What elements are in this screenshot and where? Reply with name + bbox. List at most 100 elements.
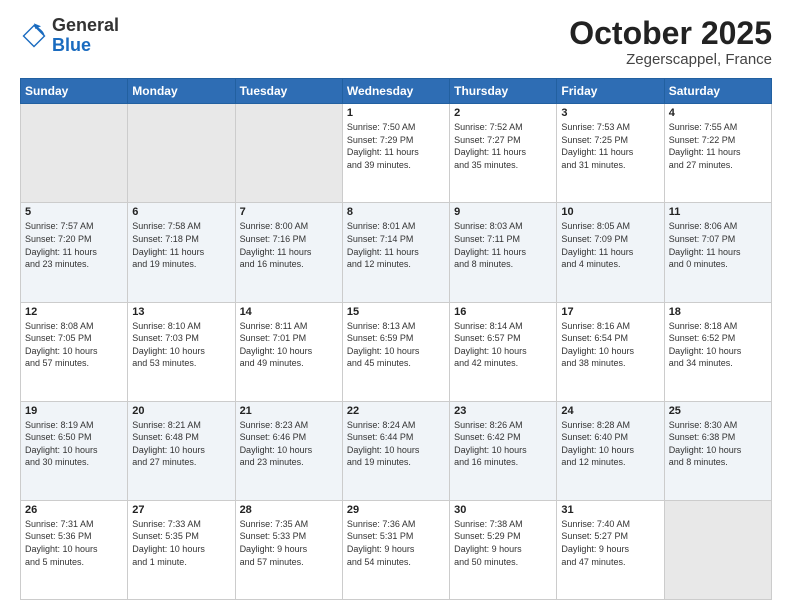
calendar-week-2: 12 Sunrise: 8:08 AM Sunset: 7:05 PM Dayli… [21, 302, 772, 401]
day-number: 2 [454, 107, 552, 119]
table-row: 25 Sunrise: 8:30 AM Sunset: 6:38 PM Dayli… [664, 401, 771, 500]
day-info: Sunrise: 7:53 AM Sunset: 7:25 PM Dayligh… [561, 121, 659, 171]
day-info: Sunrise: 8:03 AM Sunset: 7:11 PM Dayligh… [454, 220, 552, 270]
day-info: Sunrise: 7:50 AM Sunset: 7:29 PM Dayligh… [347, 121, 445, 171]
day-number: 19 [25, 405, 123, 417]
header-sunday: Sunday [21, 79, 128, 104]
day-info: Sunrise: 8:23 AM Sunset: 6:46 PM Dayligh… [240, 419, 338, 469]
table-row: 22 Sunrise: 8:24 AM Sunset: 6:44 PM Dayli… [342, 401, 449, 500]
day-number: 9 [454, 206, 552, 218]
day-number: 24 [561, 405, 659, 417]
day-number: 10 [561, 206, 659, 218]
table-row: 21 Sunrise: 8:23 AM Sunset: 6:46 PM Dayli… [235, 401, 342, 500]
table-row: 3 Sunrise: 7:53 AM Sunset: 7:25 PM Daylig… [557, 104, 664, 203]
logo-text: General Blue [52, 16, 119, 56]
day-number: 28 [240, 504, 338, 516]
day-number: 14 [240, 306, 338, 318]
header-friday: Friday [557, 79, 664, 104]
table-row: 18Sunrise: 8:18 AM Sunset: 6:52 PM Dayli… [664, 302, 771, 401]
day-number: 11 [669, 206, 767, 218]
day-number: 31 [561, 504, 659, 516]
day-info: Sunrise: 8:28 AM Sunset: 6:40 PM Dayligh… [561, 419, 659, 469]
table-row: 5 Sunrise: 7:57 AM Sunset: 7:20 PM Daylig… [21, 203, 128, 302]
day-info: Sunrise: 8:08 AM Sunset: 7:05 PM Dayligh… [25, 320, 123, 370]
calendar-week-3: 19Sunrise: 8:19 AM Sunset: 6:50 PM Dayli… [21, 401, 772, 500]
table-row: 27 Sunrise: 7:33 AM Sunset: 5:35 PM Dayli… [128, 500, 235, 599]
table-row: 11 Sunrise: 8:06 AM Sunset: 7:07 PM Dayli… [664, 203, 771, 302]
header-thursday: Thursday [450, 79, 557, 104]
calendar-week-1: 5 Sunrise: 7:57 AM Sunset: 7:20 PM Daylig… [21, 203, 772, 302]
table-row: 23 Sunrise: 8:26 AM Sunset: 6:42 PM Dayli… [450, 401, 557, 500]
calendar-header-row: Sunday Monday Tuesday Wednesday Thursday… [21, 79, 772, 104]
day-info: Sunrise: 7:40 AM Sunset: 5:27 PM Dayligh… [561, 518, 659, 568]
table-row: 15Sunrise: 8:13 AM Sunset: 6:59 PM Dayli… [342, 302, 449, 401]
header: General Blue October 2025 Zegerscappel, … [20, 16, 772, 68]
day-number: 27 [132, 504, 230, 516]
table-row [128, 104, 235, 203]
day-info: Sunrise: 7:35 AM Sunset: 5:33 PM Dayligh… [240, 518, 338, 568]
calendar-week-0: 1 Sunrise: 7:50 AM Sunset: 7:29 PM Daylig… [21, 104, 772, 203]
day-number: 25 [669, 405, 767, 417]
day-number: 22 [347, 405, 445, 417]
table-row: 20 Sunrise: 8:21 AM Sunset: 6:48 PM Dayli… [128, 401, 235, 500]
day-info: Sunrise: 8:14 AM Sunset: 6:57 PM Dayligh… [454, 320, 552, 370]
day-info: Sunrise: 8:00 AM Sunset: 7:16 PM Dayligh… [240, 220, 338, 270]
day-info: Sunrise: 8:05 AM Sunset: 7:09 PM Dayligh… [561, 220, 659, 270]
table-row: 28 Sunrise: 7:35 AM Sunset: 5:33 PM Dayli… [235, 500, 342, 599]
table-row [664, 500, 771, 599]
day-info: Sunrise: 7:38 AM Sunset: 5:29 PM Dayligh… [454, 518, 552, 568]
day-number: 13 [132, 306, 230, 318]
logo: General Blue [20, 16, 119, 56]
day-number: 26 [25, 504, 123, 516]
day-info: Sunrise: 8:06 AM Sunset: 7:07 PM Dayligh… [669, 220, 767, 270]
header-tuesday: Tuesday [235, 79, 342, 104]
table-row: 4 Sunrise: 7:55 AM Sunset: 7:22 PM Daylig… [664, 104, 771, 203]
header-saturday: Saturday [664, 79, 771, 104]
logo-icon [20, 22, 48, 50]
table-row: 29Sunrise: 7:36 AM Sunset: 5:31 PM Dayli… [342, 500, 449, 599]
day-info: Sunrise: 8:16 AM Sunset: 6:54 PM Dayligh… [561, 320, 659, 370]
day-number: 4 [669, 107, 767, 119]
day-number: 21 [240, 405, 338, 417]
table-row: 17Sunrise: 8:16 AM Sunset: 6:54 PM Dayli… [557, 302, 664, 401]
day-info: Sunrise: 8:21 AM Sunset: 6:48 PM Dayligh… [132, 419, 230, 469]
table-row: 31 Sunrise: 7:40 AM Sunset: 5:27 PM Dayli… [557, 500, 664, 599]
day-info: Sunrise: 7:57 AM Sunset: 7:20 PM Dayligh… [25, 220, 123, 270]
day-info: Sunrise: 8:11 AM Sunset: 7:01 PM Dayligh… [240, 320, 338, 370]
table-row: 6 Sunrise: 7:58 AM Sunset: 7:18 PM Daylig… [128, 203, 235, 302]
day-info: Sunrise: 8:26 AM Sunset: 6:42 PM Dayligh… [454, 419, 552, 469]
day-number: 12 [25, 306, 123, 318]
table-row: 26 Sunrise: 7:31 AM Sunset: 5:36 PM Dayli… [21, 500, 128, 599]
table-row: 2 Sunrise: 7:52 AM Sunset: 7:27 PM Daylig… [450, 104, 557, 203]
day-info: Sunrise: 8:24 AM Sunset: 6:44 PM Dayligh… [347, 419, 445, 469]
page: General Blue October 2025 Zegerscappel, … [0, 0, 792, 612]
table-row: 10 Sunrise: 8:05 AM Sunset: 7:09 PM Dayli… [557, 203, 664, 302]
day-number: 16 [454, 306, 552, 318]
day-number: 3 [561, 107, 659, 119]
title-block: October 2025 Zegerscappel, France [569, 16, 772, 68]
day-info: Sunrise: 7:33 AM Sunset: 5:35 PM Dayligh… [132, 518, 230, 568]
day-info: Sunrise: 7:58 AM Sunset: 7:18 PM Dayligh… [132, 220, 230, 270]
day-info: Sunrise: 7:55 AM Sunset: 7:22 PM Dayligh… [669, 121, 767, 171]
day-number: 23 [454, 405, 552, 417]
day-info: Sunrise: 8:10 AM Sunset: 7:03 PM Dayligh… [132, 320, 230, 370]
month-title: October 2025 [569, 16, 772, 51]
day-number: 5 [25, 206, 123, 218]
table-row: 8Sunrise: 8:01 AM Sunset: 7:14 PM Daylig… [342, 203, 449, 302]
table-row: 24 Sunrise: 8:28 AM Sunset: 6:40 PM Dayli… [557, 401, 664, 500]
day-number: 20 [132, 405, 230, 417]
day-info: Sunrise: 8:18 AM Sunset: 6:52 PM Dayligh… [669, 320, 767, 370]
table-row: 16 Sunrise: 8:14 AM Sunset: 6:57 PM Dayli… [450, 302, 557, 401]
day-info: Sunrise: 8:01 AM Sunset: 7:14 PM Dayligh… [347, 220, 445, 270]
logo-general-text: General [52, 16, 119, 36]
day-number: 6 [132, 206, 230, 218]
table-row: 7 Sunrise: 8:00 AM Sunset: 7:16 PM Daylig… [235, 203, 342, 302]
day-info: Sunrise: 8:30 AM Sunset: 6:38 PM Dayligh… [669, 419, 767, 469]
calendar-week-4: 26 Sunrise: 7:31 AM Sunset: 5:36 PM Dayli… [21, 500, 772, 599]
day-number: 7 [240, 206, 338, 218]
day-number: 1 [347, 107, 445, 119]
day-number: 15 [347, 306, 445, 318]
calendar: Sunday Monday Tuesday Wednesday Thursday… [20, 78, 772, 600]
day-info: Sunrise: 7:52 AM Sunset: 7:27 PM Dayligh… [454, 121, 552, 171]
day-info: Sunrise: 7:31 AM Sunset: 5:36 PM Dayligh… [25, 518, 123, 568]
